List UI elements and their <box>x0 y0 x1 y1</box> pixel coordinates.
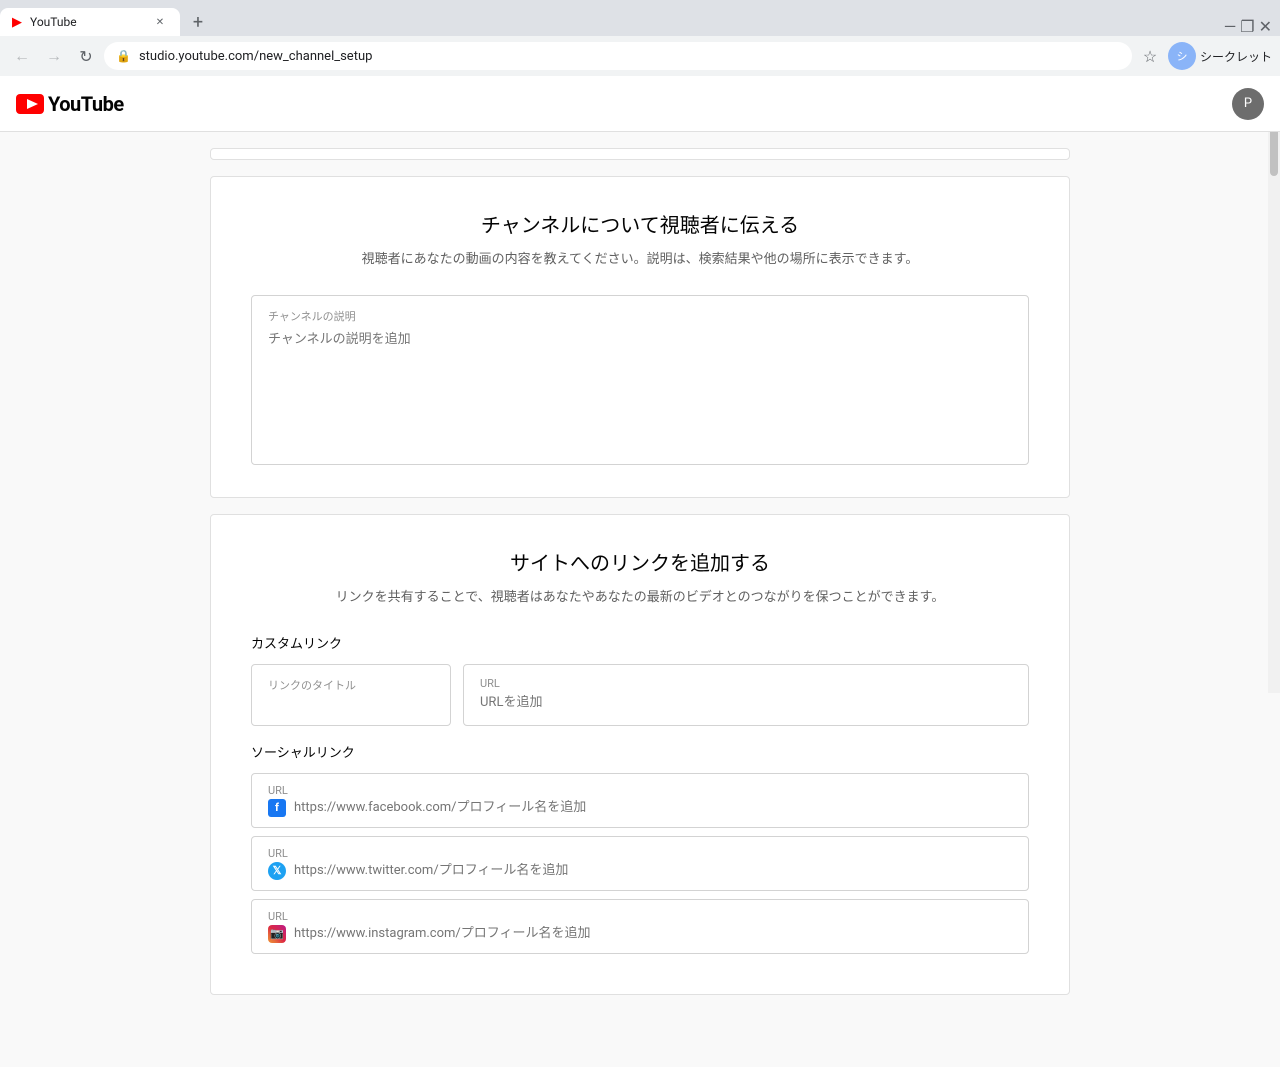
tab-close-button[interactable]: ✕ <box>152 14 168 30</box>
twitter-icon: 𝕏 <box>268 862 286 880</box>
custom-link-row: リンクのタイトル 自分のウェブサイト URL <box>251 664 1029 726</box>
browser-tab[interactable]: ▶ YouTube ✕ <box>0 8 180 36</box>
header-right: P <box>1232 88 1264 120</box>
lock-icon: 🔒 <box>116 49 131 63</box>
facebook-link-inner: f <box>268 799 1012 817</box>
twitter-url-input[interactable] <box>294 863 1012 878</box>
facebook-url-label: URL <box>268 784 1012 797</box>
description-textarea[interactable] <box>268 328 1012 448</box>
window-controls: — ❐ ✕ <box>1224 17 1280 36</box>
description-card: チャンネルについて視聴者に伝える 視聴者にあなたの動画の内容を教えてください。説… <box>210 176 1070 498</box>
youtube-header: YouTube P <box>0 76 1280 132</box>
refresh-button[interactable]: ↻ <box>72 42 100 70</box>
browser-chrome: ▶ YouTube ✕ + — ❐ ✕ ← → ↻ 🔒 studio.youtu… <box>0 0 1280 76</box>
address-text: studio.youtube.com/new_channel_setup <box>139 49 1120 64</box>
links-card-description: リンクを共有することで、視聴者はあなたやあなたの最新のビデオとのつながりを保つこ… <box>251 588 1029 609</box>
back-button[interactable]: ← <box>8 42 36 70</box>
twitter-field: URL 𝕏 <box>251 836 1029 891</box>
browser-profile-button[interactable]: シ <box>1168 42 1196 70</box>
profile-name: シークレット <box>1200 48 1272 65</box>
url-field-label: URL <box>480 677 1012 690</box>
custom-link-label: カスタムリンク <box>251 633 1029 652</box>
content-wrapper: チャンネルについて視聴者に伝える 視聴者にあなたの動画の内容を教えてください。説… <box>190 132 1090 1027</box>
facebook-field: URL f <box>251 773 1029 828</box>
description-card-text: 視聴者にあなたの動画の内容を教えてください。説明は、検索結果や他の場所に表示でき… <box>251 250 1029 271</box>
user-avatar[interactable]: P <box>1232 88 1264 120</box>
url-input[interactable] <box>480 695 1012 710</box>
restore-button[interactable]: ❐ <box>1240 17 1254 36</box>
link-title-field: リンクのタイトル 自分のウェブサイト <box>251 664 451 726</box>
browser-toolbar: ← → ↻ 🔒 studio.youtube.com/new_channel_s… <box>0 36 1280 76</box>
avatar-letter: P <box>1244 96 1252 111</box>
youtube-icon <box>16 94 44 114</box>
links-card-title: サイトへのリンクを追加する <box>251 547 1029 576</box>
link-title-input[interactable]: 自分のウェブサイト <box>268 698 434 713</box>
youtube-logo[interactable]: YouTube <box>16 92 124 116</box>
profile-letter: シ <box>1176 48 1187 64</box>
bookmark-button[interactable]: ☆ <box>1136 42 1164 70</box>
address-bar[interactable]: 🔒 studio.youtube.com/new_channel_setup <box>104 42 1132 70</box>
instagram-url-label: URL <box>268 910 1012 923</box>
instagram-icon: 📷 <box>268 925 286 943</box>
twitter-url-label: URL <box>268 847 1012 860</box>
new-tab-button[interactable]: + <box>184 8 212 36</box>
forward-button[interactable]: → <box>40 42 68 70</box>
top-partial-card <box>210 148 1070 160</box>
tab-title: YouTube <box>30 15 144 29</box>
youtube-logo-text: YouTube <box>48 92 124 116</box>
twitter-link-inner: 𝕏 <box>268 862 1012 880</box>
links-card: サイトへのリンクを追加する リンクを共有することで、視聴者はあなたやあなたの最新… <box>210 514 1070 995</box>
facebook-url-input[interactable] <box>294 800 1012 815</box>
url-field: URL <box>463 664 1029 726</box>
instagram-url-input[interactable] <box>294 926 1012 941</box>
minimize-button[interactable]: — <box>1224 17 1237 36</box>
close-button[interactable]: ✕ <box>1259 17 1272 36</box>
description-field-label: チャンネルの説明 <box>268 308 1012 324</box>
page-content: チャンネルについて視聴者に伝える 視聴者にあなたの動画の内容を教えてください。説… <box>0 132 1280 1067</box>
social-link-label: ソーシャルリンク <box>251 742 1029 761</box>
instagram-field: URL 📷 <box>251 899 1029 954</box>
toolbar-right: ☆ シ シークレット <box>1136 42 1272 70</box>
facebook-icon: f <box>268 799 286 817</box>
scrollbar[interactable] <box>1268 76 1280 693</box>
description-field-wrapper: チャンネルの説明 <box>251 295 1029 465</box>
description-card-title: チャンネルについて視聴者に伝える <box>251 209 1029 238</box>
tab-favicon: ▶ <box>12 15 22 30</box>
instagram-link-inner: 📷 <box>268 925 1012 943</box>
link-title-label: リンクのタイトル <box>268 677 434 693</box>
